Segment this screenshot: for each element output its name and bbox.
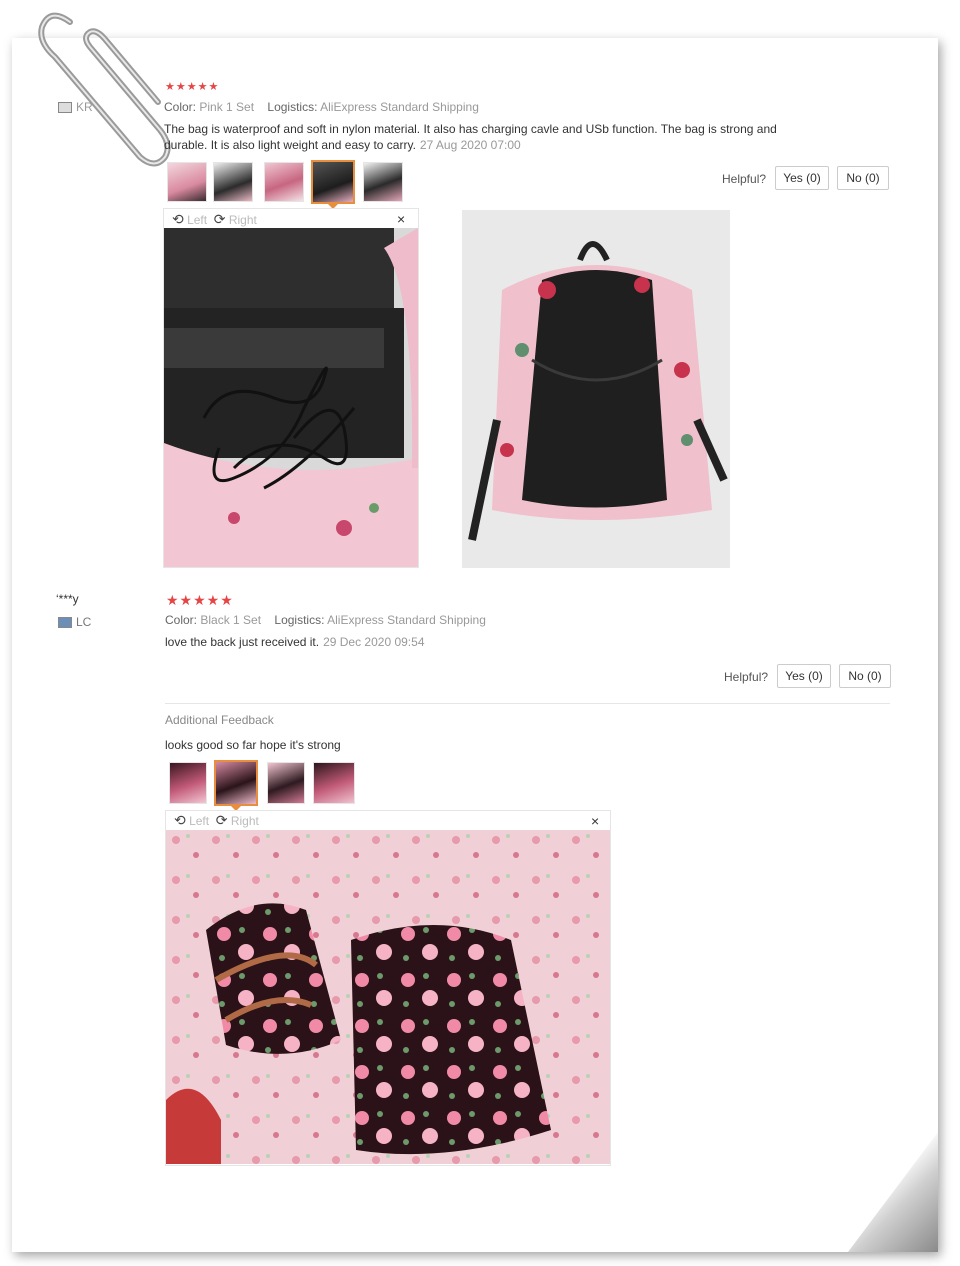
rotate-right-button[interactable]: Right	[231, 814, 259, 828]
rotate-left-icon[interactable]: ⟲	[174, 812, 186, 828]
helpful-label: Helpful?	[724, 670, 769, 684]
flag-icon	[58, 102, 72, 114]
review-photo-thumb-selected[interactable]	[311, 160, 355, 209]
review-date: 27 Aug 2020 07:00	[419, 138, 521, 152]
reviewer-country: KR	[58, 100, 93, 114]
review-photo-backpack-back	[462, 210, 730, 568]
country-code: KR	[76, 100, 93, 114]
helpful-no-button[interactable]: No (0)	[839, 664, 891, 688]
review-photo-thumb[interactable]	[363, 162, 403, 202]
review-photo-thumb-selected[interactable]	[214, 760, 258, 811]
order-info: Color: Black 1 Set Logistics: AliExpress…	[165, 613, 486, 627]
additional-feedback-title: Additional Feedback	[165, 713, 274, 727]
review-text: The bag is waterproof and soft in nylon …	[164, 121, 804, 153]
logistics-label: Logistics:	[274, 613, 325, 627]
review-text-line: love the back just received it.	[165, 635, 320, 649]
logistics-value: AliExpress Standard Shipping	[320, 100, 479, 114]
review-photo-thumb[interactable]	[167, 162, 207, 202]
helpful-yes-button[interactable]: Yes (0)	[777, 664, 831, 688]
rating-stars: ★★★★★	[165, 81, 220, 93]
page-curl	[848, 1132, 938, 1252]
helpful-no-button[interactable]: No (0)	[837, 166, 889, 190]
review-photo-thumb[interactable]	[267, 762, 305, 804]
logistics-value: AliExpress Standard Shipping	[327, 613, 486, 627]
order-info: Color: Pink 1 Set Logistics: AliExpress …	[164, 100, 479, 114]
additional-feedback-text: looks good so far hope it's strong	[165, 738, 341, 752]
reviewer-name: ‘***y	[56, 592, 79, 606]
color-value: Black 1 Set	[200, 613, 262, 627]
color-label: Color:	[165, 613, 198, 627]
review-photo-floral-set	[166, 830, 610, 1164]
review-photo-thumb[interactable]	[313, 762, 355, 804]
color-label: Color:	[164, 100, 197, 114]
review-photo-thumb[interactable]	[169, 762, 207, 804]
reviewer-country: LC	[58, 615, 91, 629]
helpful-yes-button[interactable]: Yes (0)	[775, 166, 829, 190]
paperclip-icon	[38, 12, 171, 167]
flag-icon	[58, 617, 72, 629]
rotate-left-button[interactable]: Left	[189, 814, 209, 828]
rating-stars: ★★★★★	[166, 592, 234, 608]
divider	[165, 703, 890, 704]
helpful-label: Helpful?	[722, 172, 767, 186]
review-date: 29 Dec 2020 09:54	[323, 635, 425, 649]
review-photo-open-backpack	[164, 228, 418, 567]
country-code: LC	[76, 615, 92, 629]
logistics-label: Logistics:	[267, 100, 318, 114]
close-viewer-button[interactable]: ×	[591, 813, 599, 829]
image-viewer-toolbar: ⟲ Left ⟳ Right	[174, 812, 259, 830]
review-photo-thumb[interactable]	[213, 162, 253, 202]
review-text-line: durable. It is also light weight and eas…	[164, 138, 416, 152]
review-text: love the back just received it. 29 Dec 20…	[165, 634, 425, 650]
review-text-line: The bag is waterproof and soft in nylon …	[164, 122, 777, 136]
color-value: Pink 1 Set	[199, 100, 255, 114]
review-photo-thumb[interactable]	[264, 162, 304, 202]
rotate-right-icon[interactable]: ⟳	[216, 812, 228, 828]
